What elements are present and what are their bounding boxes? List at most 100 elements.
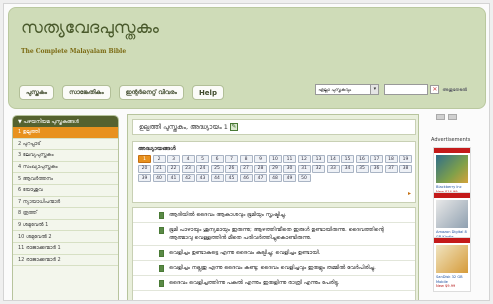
ad-product-image[interactable] xyxy=(436,155,468,183)
chapter-button[interactable]: 43 xyxy=(196,174,209,182)
chapter-button[interactable]: 20 xyxy=(138,164,151,173)
chapter-button[interactable]: 2 xyxy=(152,155,166,163)
chapter-button[interactable]: 39 xyxy=(138,174,151,182)
sidebar-book-item[interactable]: 1 ഉല്പത്തി xyxy=(13,127,118,139)
search-scope-select[interactable]: എല്ലാ പുസ്തകവും ▾ xyxy=(315,84,380,95)
sidebar-book-item[interactable]: 12 രാജാക്കന്മാർ 2 xyxy=(13,255,118,267)
ads-title: Advertisements xyxy=(431,137,471,143)
verse-marker-icon[interactable] xyxy=(159,227,164,234)
chapter-button[interactable]: 6 xyxy=(210,155,224,163)
chapter-button[interactable]: 50 xyxy=(297,174,311,182)
ad-item[interactable]: Blackberry IncNew $14.99 xyxy=(433,147,471,197)
chapter-button[interactable]: 36 xyxy=(370,164,383,173)
chapter-button[interactable]: 17 xyxy=(370,155,383,163)
next-arrow-icon[interactable]: ▸ xyxy=(408,190,411,197)
chapter-button[interactable]: 22 xyxy=(167,164,180,173)
ad-brand-bar xyxy=(434,148,470,153)
ad-next-icon[interactable] xyxy=(448,114,457,120)
sidebar-book-item[interactable]: 3 ലേവ്യപുസ്തകം xyxy=(13,150,118,162)
edit-icon[interactable]: ✎ xyxy=(229,123,238,131)
verse-text: ദൈവം വെളിച്ചത്തിന്നു പകൽ എന്നും ഇരുളിന്ന… xyxy=(169,280,340,286)
nav-help-button[interactable]: Help xyxy=(191,85,224,100)
site-title[interactable]: സത്യവേദപുസ്തകം xyxy=(21,18,159,38)
sidebar-book-item[interactable]: 7 ന്യായാധിപന്മാർ xyxy=(13,197,118,209)
chapter-button[interactable]: 27 xyxy=(239,164,253,173)
chapter-button[interactable]: 35 xyxy=(355,164,369,173)
chapter-button[interactable]: 25 xyxy=(210,164,224,173)
chapter-button[interactable]: 49 xyxy=(283,174,296,182)
chapter-button[interactable]: 45 xyxy=(225,174,238,182)
verse-row: ഭൂമി പാഴായും ശൂന്യമായും ഇരുന്നു; ആഴത്തിന… xyxy=(133,223,415,246)
verse-marker-icon[interactable] xyxy=(159,280,164,287)
chevron-down-icon[interactable]: ▾ xyxy=(370,85,379,94)
sidebar-book-item[interactable]: 8 രൂത്ത് xyxy=(13,208,118,220)
sidebar-book-item[interactable]: 9 ശമുവേൽ 1 xyxy=(13,220,118,232)
sidebar-book-item[interactable]: 4 സംഖ്യാപുസ്തകം xyxy=(13,162,118,174)
chapter-button[interactable]: 4 xyxy=(181,155,195,163)
chapter-button[interactable]: 41 xyxy=(167,174,180,182)
chapter-button[interactable]: 48 xyxy=(268,174,282,182)
chapter-button[interactable]: 42 xyxy=(181,174,195,182)
chapter-button[interactable]: 24 xyxy=(196,164,209,173)
chapter-button[interactable]: 38 xyxy=(399,164,412,173)
chapter-button[interactable]: 1 xyxy=(138,155,151,163)
sidebar-book-item[interactable]: 2 പുറപ്പാട് xyxy=(13,139,118,151)
chapter-button[interactable]: 26 xyxy=(225,164,238,173)
nav-internet-info-button[interactable]: ഇന്റർനെറ്റ് വിവരം xyxy=(118,85,184,100)
nav-books-button[interactable]: പുസ്തകം xyxy=(19,85,55,100)
chapter-button[interactable]: 29 xyxy=(268,164,282,173)
chapter-button[interactable]: 9 xyxy=(254,155,267,163)
chapter-button[interactable]: 34 xyxy=(341,164,354,173)
chapter-button[interactable]: 47 xyxy=(254,174,267,182)
chapter-button[interactable]: 3 xyxy=(167,155,180,163)
chapter-button[interactable]: 10 xyxy=(268,155,282,163)
chapter-button[interactable]: 14 xyxy=(326,155,340,163)
chapter-button[interactable]: 40 xyxy=(152,174,166,182)
verse-list: ആദിയിൽ ദൈവം ആകാശവും ഭൂമിയും സൃഷ്ടിച്ചു. ഭ… xyxy=(132,207,416,300)
chapter-button[interactable]: 46 xyxy=(239,174,253,182)
sidebar-book-item[interactable]: 11 രാജാക്കന്മാർ 1 xyxy=(13,243,118,255)
chapter-button[interactable]: 23 xyxy=(181,164,195,173)
chapter-button[interactable]: 44 xyxy=(210,174,224,182)
chapter-button[interactable]: 18 xyxy=(384,155,398,163)
chapter-grid: 1 2 3 4 5 6 7 8 9 10 11 12 13 14 15 16 17 18 19 20 21 22 23 24 2… xyxy=(138,155,412,182)
verse-marker-icon[interactable] xyxy=(159,212,164,219)
chapter-button[interactable]: 32 xyxy=(312,164,325,173)
sidebar-book-item[interactable]: 6 യോശുവ xyxy=(13,185,118,197)
ad-prev-icon[interactable] xyxy=(436,114,445,120)
chapter-button[interactable]: 37 xyxy=(384,164,398,173)
ad-product-name[interactable]: SanDisk 32 GB Mobile xyxy=(434,275,470,284)
ad-product-image[interactable] xyxy=(436,245,468,273)
chapter-button[interactable]: 11 xyxy=(283,155,296,163)
sidebar-book-item[interactable]: 5 ആവർത്തനം xyxy=(13,173,118,185)
chapter-button[interactable]: 7 xyxy=(225,155,238,163)
advanced-search-link[interactable]: അതുതേടൽ xyxy=(442,87,467,93)
site-subtitle: The Complete Malayalam Bible xyxy=(21,48,127,55)
chapter-title: ഉല്പത്തി പുസ്തകം, അദ്ധ്യായം 1 ✎ xyxy=(132,119,416,135)
ad-item[interactable]: SanDisk 32 GB Mobile New $9.99 xyxy=(433,237,471,292)
chapter-button[interactable]: 5 xyxy=(196,155,209,163)
chapter-button[interactable]: 31 xyxy=(297,164,311,173)
chapter-button[interactable]: 8 xyxy=(239,155,253,163)
sidebar-book-item[interactable]: 10 ശമുവേൽ 2 xyxy=(13,231,118,243)
chapter-button[interactable]: 12 xyxy=(297,155,311,163)
chapter-title-text: ഉല്പത്തി പുസ്തകം, അദ്ധ്യായം 1 xyxy=(139,122,228,131)
book-list: 1 ഉല്പത്തി 2 പുറപ്പാട് 3 ലേവ്യപുസ്തകം 4 സംഖ… xyxy=(13,127,118,267)
verse-marker-icon[interactable] xyxy=(159,250,164,257)
chapter-button[interactable]: 33 xyxy=(326,164,340,173)
chapter-button[interactable]: 13 xyxy=(312,155,325,163)
ad-brand-bar xyxy=(434,238,470,243)
search-icon[interactable]: ✕ xyxy=(430,85,440,94)
nav-technical-button[interactable]: സാങ്കേതികം xyxy=(62,85,111,100)
chapter-button[interactable]: 30 xyxy=(283,164,296,173)
ad-product-image[interactable] xyxy=(436,200,468,228)
chapter-button[interactable]: 19 xyxy=(399,155,412,163)
search-input[interactable] xyxy=(384,84,429,95)
sidebar-header[interactable]: ▼ പഴയനിയമ പുസ്തകങ്ങൾ xyxy=(13,116,118,127)
ad-price: New $9.99 xyxy=(436,284,456,288)
chapter-button[interactable]: 21 xyxy=(152,164,166,173)
chapter-button[interactable]: 15 xyxy=(341,155,354,163)
chapter-button[interactable]: 16 xyxy=(355,155,369,163)
chapter-button[interactable]: 28 xyxy=(254,164,267,173)
verse-marker-icon[interactable] xyxy=(159,265,164,272)
